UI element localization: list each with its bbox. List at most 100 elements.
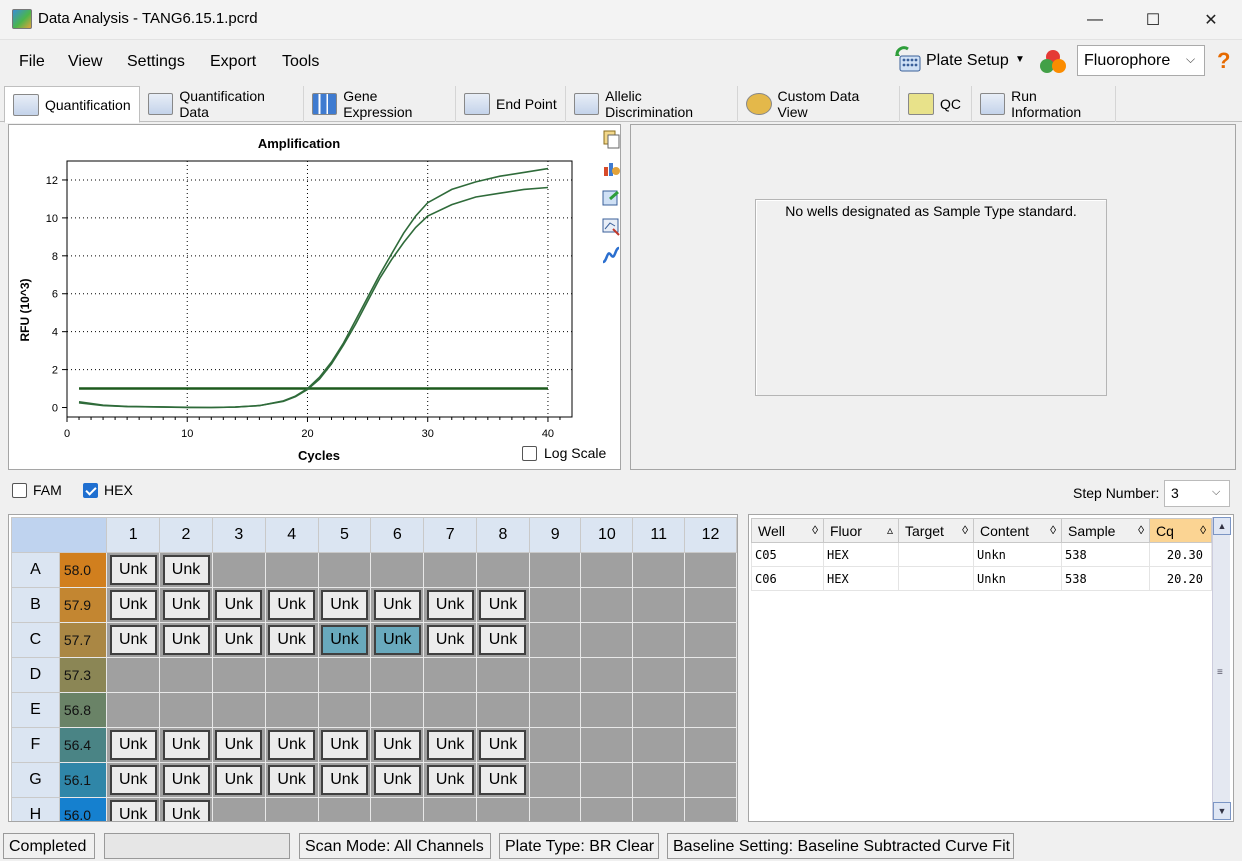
- plate-well[interactable]: Unk: [159, 727, 213, 763]
- column-header[interactable]: 1: [106, 517, 161, 553]
- plate-well[interactable]: Unk: [106, 552, 161, 588]
- plate-well[interactable]: Unk: [106, 587, 161, 623]
- plate-well[interactable]: [423, 797, 478, 821]
- copy-icon[interactable]: [601, 129, 621, 149]
- plate-well[interactable]: [106, 692, 161, 728]
- plate-well[interactable]: Unk: [264, 587, 319, 623]
- plate-well[interactable]: [317, 797, 372, 821]
- plate-well[interactable]: Unk: [423, 587, 478, 623]
- plate-well[interactable]: Unk: [317, 727, 372, 763]
- help-icon[interactable]: ?: [1217, 48, 1230, 74]
- plate-setup-dropdown-icon[interactable]: ▼: [1015, 54, 1025, 65]
- plate-well[interactable]: Unk: [423, 727, 478, 763]
- tab-quantification-data[interactable]: Quantification Data: [140, 86, 304, 122]
- plate-well[interactable]: [264, 657, 319, 693]
- plate-well[interactable]: [476, 657, 530, 693]
- plate-well[interactable]: [528, 552, 582, 588]
- plate-well[interactable]: [580, 727, 634, 763]
- plate-setup-icon[interactable]: [894, 46, 922, 74]
- plate-well[interactable]: [370, 657, 425, 693]
- plate-well[interactable]: [211, 692, 266, 728]
- plate-well[interactable]: [684, 552, 737, 588]
- well-color-icon[interactable]: [1037, 47, 1069, 77]
- column-header-content[interactable]: Content ◊: [973, 518, 1062, 543]
- scroll-up-icon[interactable]: ▲: [1213, 517, 1231, 535]
- log-scale-toggle[interactable]: Log Scale: [522, 445, 606, 461]
- plate-well[interactable]: Unk: [370, 762, 425, 798]
- plate-well[interactable]: Unk: [423, 622, 478, 658]
- fam-checkbox[interactable]: [12, 482, 27, 498]
- column-header[interactable]: 5: [317, 517, 372, 553]
- hex-checkbox[interactable]: [83, 482, 98, 498]
- column-header[interactable]: 6: [370, 517, 425, 553]
- plate-well[interactable]: [528, 587, 582, 623]
- plate-well[interactable]: [476, 692, 530, 728]
- column-header[interactable]: 8: [476, 517, 530, 553]
- plate-well[interactable]: [317, 657, 372, 693]
- plate-well[interactable]: Unk: [264, 727, 319, 763]
- chevron-down-icon[interactable]: ⌵: [1212, 486, 1220, 499]
- plate-well[interactable]: Unk: [211, 727, 266, 763]
- row-header[interactable]: C: [11, 622, 60, 658]
- tab-quantification[interactable]: Quantification: [4, 86, 140, 123]
- plate-well[interactable]: Unk: [264, 762, 319, 798]
- plate-well[interactable]: [370, 797, 425, 821]
- column-header[interactable]: 4: [264, 517, 319, 553]
- menu-tools[interactable]: Tools: [282, 53, 319, 71]
- amplification-chart[interactable]: Amplification Cycles RFU (10^3) 0 10 20 30 4…: [9, 125, 620, 469]
- plate-well[interactable]: [159, 692, 213, 728]
- plate-well[interactable]: [106, 657, 161, 693]
- plate-well[interactable]: Unk: [370, 727, 425, 763]
- chart-settings-icon[interactable]: [601, 158, 621, 178]
- table-row[interactable]: C05 HEX Unkn 538 20.30: [751, 542, 1212, 567]
- plate-well[interactable]: [528, 797, 582, 821]
- plate-well[interactable]: Unk: [264, 622, 319, 658]
- plate-well[interactable]: Unk: [317, 622, 372, 658]
- plate-well[interactable]: [528, 727, 582, 763]
- menu-view[interactable]: View: [68, 53, 102, 71]
- plate-well[interactable]: Unk: [370, 622, 425, 658]
- row-header[interactable]: G: [11, 762, 60, 798]
- plate-well[interactable]: [684, 657, 737, 693]
- tab-qc[interactable]: QC: [900, 86, 972, 122]
- plate-well[interactable]: [264, 797, 319, 821]
- plate-well[interactable]: Unk: [476, 622, 530, 658]
- column-header[interactable]: 9: [528, 517, 582, 553]
- column-header-cq[interactable]: Cq ◊: [1149, 518, 1212, 543]
- row-header[interactable]: E: [11, 692, 60, 728]
- plate-well[interactable]: [684, 727, 737, 763]
- curve-fit-icon[interactable]: [601, 245, 621, 265]
- plate-well[interactable]: [476, 797, 530, 821]
- plate-well[interactable]: [632, 622, 686, 658]
- fam-toggle[interactable]: FAM: [12, 482, 62, 498]
- row-header[interactable]: B: [11, 587, 60, 623]
- plate-well[interactable]: [632, 657, 686, 693]
- plate-well[interactable]: [211, 797, 266, 821]
- menu-export[interactable]: Export: [210, 53, 256, 71]
- plate-well[interactable]: [423, 657, 478, 693]
- plate-well[interactable]: [632, 762, 686, 798]
- export-chart-icon[interactable]: [601, 188, 621, 208]
- plate-well[interactable]: Unk: [317, 762, 372, 798]
- plate-well[interactable]: Unk: [211, 622, 266, 658]
- row-header[interactable]: D: [11, 657, 60, 693]
- plate-well[interactable]: [211, 552, 266, 588]
- tab-gene-expression[interactable]: Gene Expression: [304, 86, 456, 122]
- hex-toggle[interactable]: HEX: [83, 482, 133, 498]
- plate-setup-button[interactable]: Plate Setup: [926, 52, 1009, 70]
- plate-well[interactable]: Unk: [476, 587, 530, 623]
- plate-well[interactable]: [632, 797, 686, 821]
- column-header[interactable]: 10: [580, 517, 634, 553]
- plate-well[interactable]: [580, 622, 634, 658]
- plate-well[interactable]: [632, 587, 686, 623]
- close-button[interactable]: ✕: [1182, 0, 1240, 40]
- sort-icon[interactable]: ▵: [887, 523, 893, 537]
- plate-well[interactable]: [317, 552, 372, 588]
- plate-well[interactable]: [632, 727, 686, 763]
- plate-well[interactable]: [684, 692, 737, 728]
- plate-well[interactable]: Unk: [423, 762, 478, 798]
- plate-well[interactable]: [211, 657, 266, 693]
- plate-well[interactable]: Unk: [159, 762, 213, 798]
- plate-well[interactable]: [632, 552, 686, 588]
- row-header[interactable]: A: [11, 552, 60, 588]
